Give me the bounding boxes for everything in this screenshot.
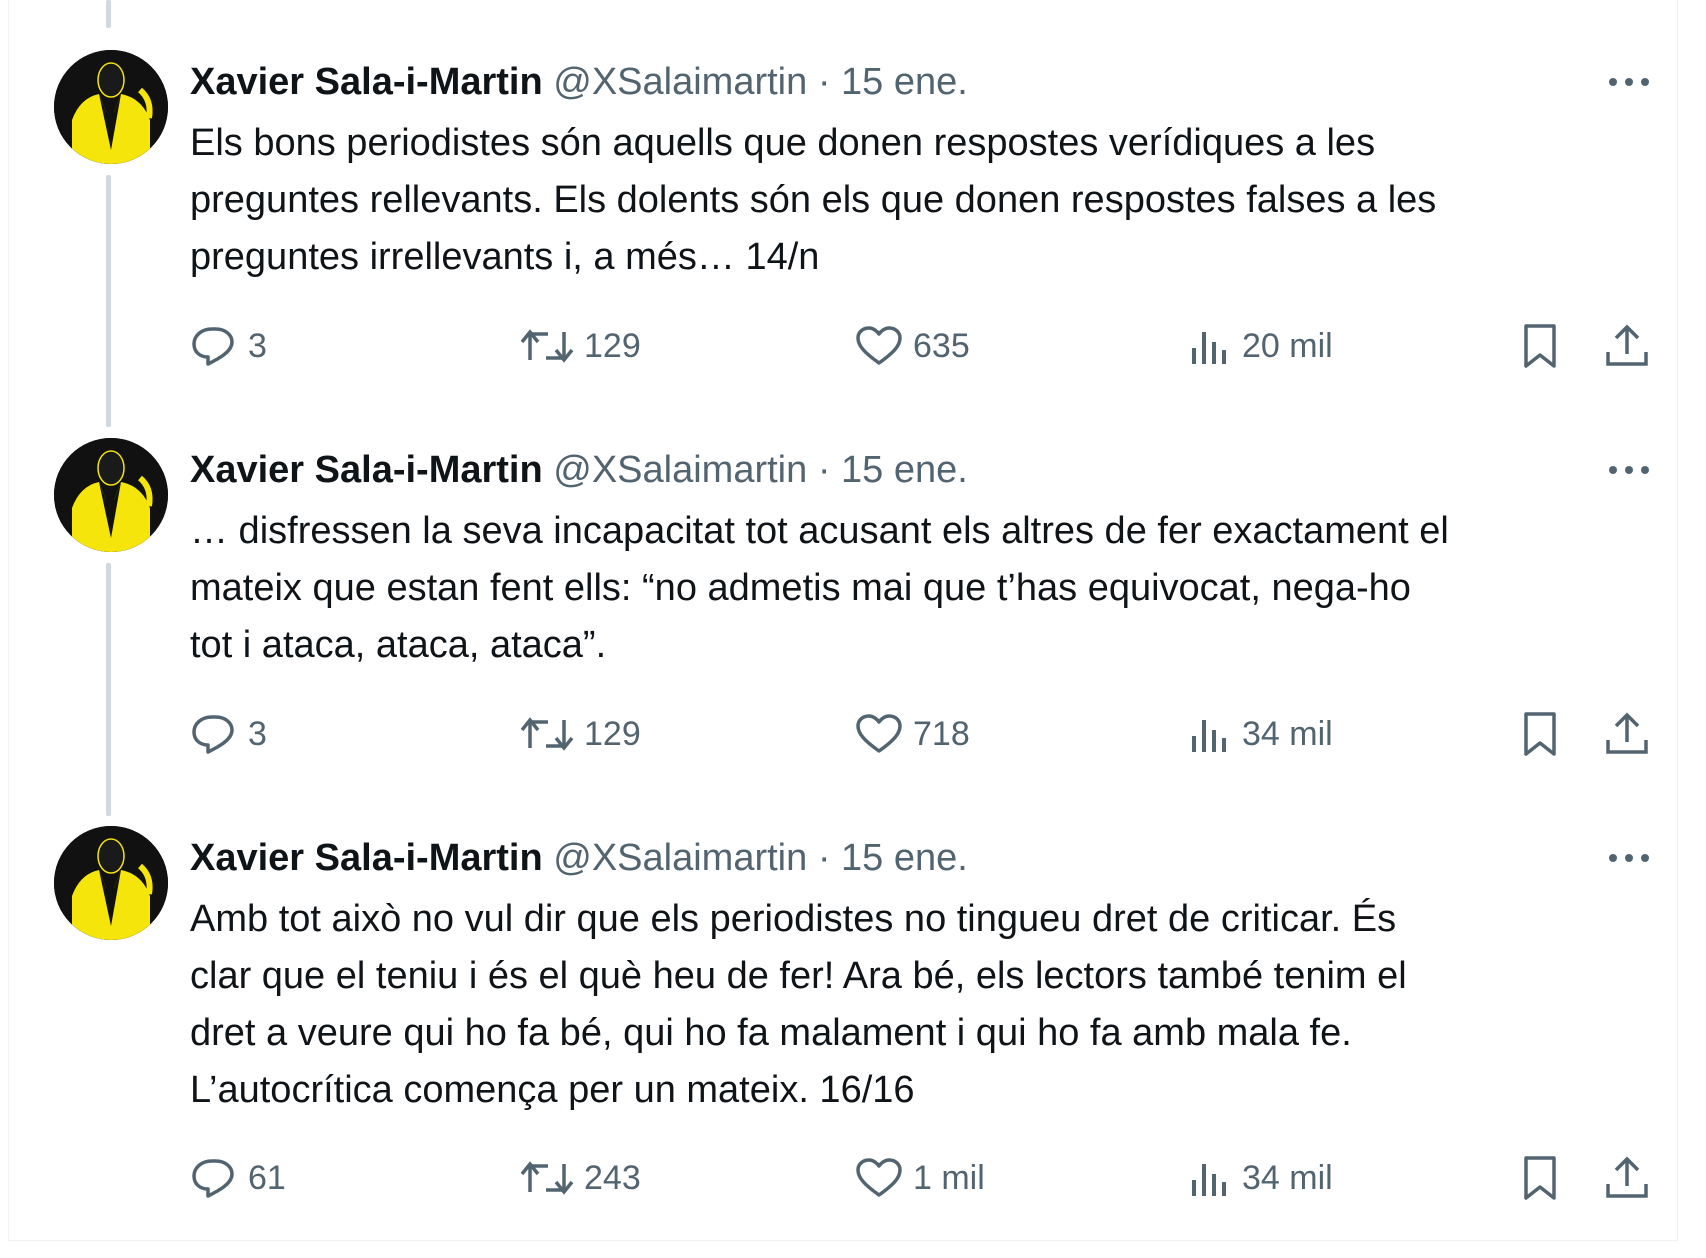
thread-connector: [106, 563, 111, 816]
thread-connector: [106, 175, 111, 427]
views-icon: [1188, 1158, 1232, 1198]
bookmark-button[interactable]: [1520, 1150, 1560, 1206]
tweet-text: … disfressen la seva incapacitat tot acu…: [190, 503, 1640, 674]
author-name[interactable]: Xavier Sala-i-Martin: [190, 449, 543, 491]
reply-button[interactable]: 3: [190, 318, 267, 374]
like-button[interactable]: 718: [855, 706, 970, 762]
share-icon: [1604, 1156, 1650, 1200]
views-icon: [1188, 326, 1232, 366]
tweet-date[interactable]: 15 ene.: [841, 449, 968, 491]
like-button[interactable]: 1 mil: [855, 1150, 985, 1206]
views-button[interactable]: 34 mil: [1188, 1150, 1333, 1206]
more-icon: [1608, 853, 1650, 863]
tweet-header: Xavier Sala-i-Martin @XSalaimartin · 15 …: [190, 58, 968, 106]
tweet-date[interactable]: 15 ene.: [841, 61, 968, 103]
tweet-text: Amb tot això no vul dir que els periodis…: [190, 891, 1640, 1119]
tweet-text-line: preguntes irrellevants i, a més… 14/n: [190, 236, 820, 278]
retweet-count: 129: [584, 326, 641, 365]
tweet-text-line: Els bons periodistes són aquells que don…: [190, 122, 1376, 164]
heart-icon: [855, 1157, 903, 1199]
like-count: 718: [913, 714, 970, 753]
retweet-icon: [520, 326, 574, 366]
reply-button[interactable]: 61: [190, 1150, 286, 1206]
separator-dot: ·: [817, 61, 831, 103]
tweet-text-line: preguntes rellevants. Els dolents són el…: [190, 179, 1437, 221]
share-button[interactable]: [1604, 1150, 1650, 1206]
avatar[interactable]: [54, 826, 168, 940]
retweet-icon: [520, 714, 574, 754]
reply-count: 61: [248, 1158, 286, 1197]
tweet-text: Els bons periodistes són aquells que don…: [190, 115, 1640, 286]
tweet-text-line: dret a veure qui ho fa bé, qui ho fa mal…: [190, 1012, 1352, 1054]
more-options-button[interactable]: [1605, 452, 1653, 488]
retweet-count: 243: [584, 1158, 641, 1197]
retweet-button[interactable]: 129: [520, 706, 641, 762]
reply-icon: [190, 324, 238, 368]
bookmark-button[interactable]: [1520, 706, 1560, 762]
more-options-button[interactable]: [1605, 840, 1653, 876]
like-count: 1 mil: [913, 1158, 985, 1197]
action-bar: 3 129 635 20 mil: [0, 318, 1706, 374]
retweet-count: 129: [584, 714, 641, 753]
share-icon: [1604, 712, 1650, 756]
reply-icon: [190, 1156, 238, 1200]
action-bar: 3 129 718 34 mil: [0, 706, 1706, 762]
author-handle[interactable]: @XSalaimartin: [553, 449, 807, 491]
like-count: 635: [913, 326, 970, 365]
reply-icon: [190, 712, 238, 756]
author-name[interactable]: Xavier Sala-i-Martin: [190, 61, 543, 103]
heart-icon: [855, 713, 903, 755]
more-icon: [1608, 465, 1650, 475]
share-button[interactable]: [1604, 318, 1650, 374]
tweet-text-line: … disfressen la seva incapacitat tot acu…: [190, 510, 1449, 552]
bookmark-button[interactable]: [1520, 318, 1560, 374]
bookmark-icon: [1520, 711, 1560, 757]
reply-button[interactable]: 3: [190, 706, 267, 762]
views-icon: [1188, 714, 1232, 754]
share-icon: [1604, 324, 1650, 368]
views-button[interactable]: 20 mil: [1188, 318, 1333, 374]
tweet-header: Xavier Sala-i-Martin @XSalaimartin · 15 …: [190, 834, 968, 882]
tweet-text-line: tot i ataca, ataca, ataca”.: [190, 624, 607, 666]
retweet-button[interactable]: 129: [520, 318, 641, 374]
views-count: 34 mil: [1242, 1158, 1333, 1197]
author-handle[interactable]: @XSalaimartin: [553, 837, 807, 879]
author-handle[interactable]: @XSalaimartin: [553, 61, 807, 103]
retweet-icon: [520, 1158, 574, 1198]
separator-dot: ·: [817, 449, 831, 491]
reply-count: 3: [248, 714, 267, 753]
retweet-button[interactable]: 243: [520, 1150, 641, 1206]
separator-dot: ·: [817, 837, 831, 879]
thread-connector: [106, 0, 111, 28]
more-options-button[interactable]: [1605, 64, 1653, 100]
tweet-text-line: mateix que estan fent ells: “no admetis …: [190, 567, 1411, 609]
like-button[interactable]: 635: [855, 318, 970, 374]
more-icon: [1608, 77, 1650, 87]
avatar[interactable]: [54, 438, 168, 552]
action-bar: 61 243 1 mil 34 mil: [0, 1150, 1706, 1206]
tweet-header: Xavier Sala-i-Martin @XSalaimartin · 15 …: [190, 446, 968, 494]
views-count: 34 mil: [1242, 714, 1333, 753]
views-button[interactable]: 34 mil: [1188, 706, 1333, 762]
heart-icon: [855, 325, 903, 367]
reply-count: 3: [248, 326, 267, 365]
bookmark-icon: [1520, 323, 1560, 369]
author-name[interactable]: Xavier Sala-i-Martin: [190, 837, 543, 879]
views-count: 20 mil: [1242, 326, 1333, 365]
tweet-date[interactable]: 15 ene.: [841, 837, 968, 879]
tweet-text-line: Amb tot això no vul dir que els periodis…: [190, 898, 1397, 940]
avatar[interactable]: [54, 50, 168, 164]
tweet-text-line: clar que el teniu i és el què heu de fer…: [190, 955, 1407, 997]
tweet-text-line: L’autocrítica comença per un mateix. 16/…: [190, 1069, 915, 1111]
share-button[interactable]: [1604, 706, 1650, 762]
bookmark-icon: [1520, 1155, 1560, 1201]
